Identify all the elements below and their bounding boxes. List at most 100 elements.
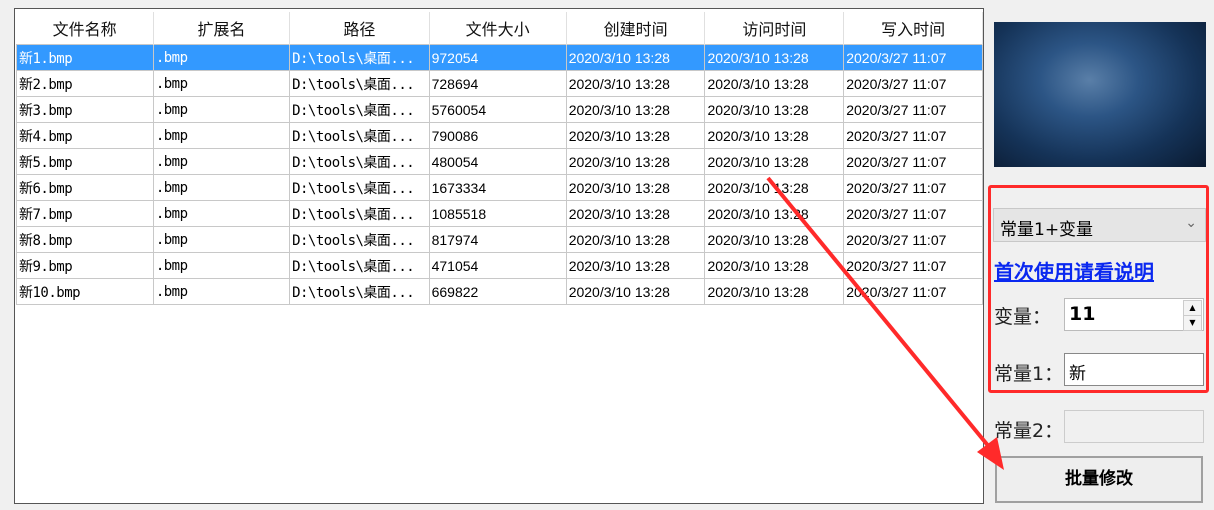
table-cell: .bmp <box>152 226 291 253</box>
batch-modify-button[interactable]: 批量修改 <box>995 456 1203 503</box>
table-row[interactable]: 新10.bmp .bmp D:\tools\桌面... 669822 2020/3/10… <box>16 278 983 305</box>
table-cell: 新8.bmp <box>16 226 154 253</box>
table-cell: .bmp <box>152 200 291 227</box>
table-cell: 新1.bmp <box>16 44 154 71</box>
table-cell: 2020/3/27 11:07 <box>843 96 983 123</box>
column-header[interactable]: 文件大小 <box>429 12 567 45</box>
stepper-up-icon[interactable]: ▲ <box>1183 300 1202 316</box>
table-cell: 2020/3/27 11:07 <box>843 148 983 175</box>
table-cell: 2020/3/10 13:28 <box>565 174 706 201</box>
chevron-down-icon: ⌄ <box>1185 215 1197 231</box>
table-cell: 新7.bmp <box>16 200 154 227</box>
table-cell: 2020/3/10 13:28 <box>565 148 706 175</box>
table-row[interactable]: 新4.bmp .bmp D:\tools\桌面... 790086 2020/3/10 … <box>16 122 983 149</box>
column-header[interactable]: 路径 <box>289 12 430 45</box>
table-cell: 新9.bmp <box>16 252 154 279</box>
table-cell: 728694 <box>428 70 567 97</box>
file-list[interactable]: 文件名称 扩展名 路径 文件大小 创建时间 访问时间 写入时间 新1.bmp .bmp D:\t… <box>14 8 984 504</box>
table-cell: 新5.bmp <box>16 148 154 175</box>
table-cell: 669822 <box>428 278 567 305</box>
table-cell: .bmp <box>152 70 291 97</box>
table-cell: 2020/3/10 13:28 <box>565 122 706 149</box>
table-row[interactable]: 新1.bmp .bmp D:\tools\桌面... 972054 2020/3/10 … <box>16 44 983 71</box>
table-cell: 2020/3/10 13:28 <box>565 44 706 71</box>
table-cell: 2020/3/27 11:07 <box>843 252 983 279</box>
table-cell: .bmp <box>152 278 291 305</box>
table-row[interactable]: 新8.bmp .bmp D:\tools\桌面... 817974 2020/3/10 … <box>16 226 983 253</box>
table-cell: 新10.bmp <box>16 278 154 305</box>
table-cell: 480054 <box>428 148 567 175</box>
table-cell: 2020/3/27 11:07 <box>843 70 983 97</box>
mode-select[interactable]: 常量1+变量 ⌄ <box>993 208 1206 242</box>
table-cell: 2020/3/10 13:28 <box>704 226 845 253</box>
variable-value: 11 <box>1069 303 1096 325</box>
table-cell: 1085518 <box>428 200 567 227</box>
table-cell: 2020/3/10 13:28 <box>565 70 706 97</box>
table-cell: D:\tools\桌面... <box>289 148 430 175</box>
table-cell: D:\tools\桌面... <box>289 278 430 305</box>
table-cell: D:\tools\桌面... <box>289 70 430 97</box>
table-cell: 972054 <box>428 44 567 71</box>
table-cell: 新6.bmp <box>16 174 154 201</box>
column-header[interactable]: 写入时间 <box>843 12 983 45</box>
table-cell: 2020/3/10 13:28 <box>704 44 845 71</box>
file-table: 文件名称 扩展名 路径 文件大小 创建时间 访问时间 写入时间 新1.bmp .bmp D:\t… <box>16 12 983 305</box>
const1-label: 常量1： <box>994 363 1064 385</box>
column-header[interactable]: 创建时间 <box>566 12 706 45</box>
table-cell: 2020/3/10 13:28 <box>704 252 845 279</box>
table-cell: 1673334 <box>428 174 567 201</box>
table-cell: 2020/3/10 13:28 <box>565 226 706 253</box>
table-cell: 2020/3/10 13:28 <box>565 96 706 123</box>
table-row[interactable]: 新6.bmp .bmp D:\tools\桌面... 1673334 2020/3/10… <box>16 174 983 201</box>
table-cell: 2020/3/10 13:28 <box>565 278 706 305</box>
const2-input[interactable] <box>1064 410 1204 443</box>
preview-image <box>994 22 1206 167</box>
table-cell: 2020/3/27 11:07 <box>843 122 983 149</box>
mode-select-value: 常量1+变量 <box>1000 220 1094 240</box>
table-cell: .bmp <box>152 122 291 149</box>
table-cell: D:\tools\桌面... <box>289 252 430 279</box>
variable-stepper[interactable]: 11 ▲ ▼ <box>1064 298 1204 331</box>
const2-label: 常量2： <box>994 420 1064 442</box>
table-cell: .bmp <box>152 252 291 279</box>
table-cell: 2020/3/10 13:28 <box>704 70 845 97</box>
column-header[interactable]: 扩展名 <box>153 12 291 45</box>
table-cell: 471054 <box>428 252 567 279</box>
table-cell: 2020/3/10 13:28 <box>565 200 706 227</box>
variable-label: 变量： <box>994 306 1052 328</box>
table-cell: 新2.bmp <box>16 70 154 97</box>
table-cell: .bmp <box>152 96 291 123</box>
table-row[interactable]: 新7.bmp .bmp D:\tools\桌面... 1085518 2020/3/10… <box>16 200 983 227</box>
table-cell: D:\tools\桌面... <box>289 200 430 227</box>
table-row[interactable]: 新3.bmp .bmp D:\tools\桌面... 5760054 2020/3/10… <box>16 96 983 123</box>
table-cell: 2020/3/10 13:28 <box>704 278 845 305</box>
table-row[interactable]: 新2.bmp .bmp D:\tools\桌面... 728694 2020/3/10 … <box>16 70 983 97</box>
table-cell: 2020/3/10 13:28 <box>704 200 845 227</box>
table-cell: .bmp <box>152 148 291 175</box>
table-cell: 新4.bmp <box>16 122 154 149</box>
table-cell: 2020/3/10 13:28 <box>704 148 845 175</box>
table-cell: 2020/3/10 13:28 <box>704 96 845 123</box>
table-cell: 5760054 <box>428 96 567 123</box>
table-row[interactable]: 新5.bmp .bmp D:\tools\桌面... 480054 2020/3/10 … <box>16 148 983 175</box>
table-cell: 2020/3/27 11:07 <box>843 174 983 201</box>
stepper-down-icon[interactable]: ▼ <box>1183 315 1202 331</box>
table-cell: 2020/3/10 13:28 <box>704 174 845 201</box>
table-cell: D:\tools\桌面... <box>289 44 430 71</box>
table-cell: 2020/3/27 11:07 <box>843 200 983 227</box>
table-row[interactable]: 新9.bmp .bmp D:\tools\桌面... 471054 2020/3/10 … <box>16 252 983 279</box>
table-cell: 新3.bmp <box>16 96 154 123</box>
table-cell: 2020/3/10 13:28 <box>704 122 845 149</box>
const1-input[interactable]: 新 <box>1064 353 1204 386</box>
table-cell: 2020/3/27 11:07 <box>843 226 983 253</box>
help-link[interactable]: 首次使用请看说明 <box>994 256 1154 285</box>
table-cell: 2020/3/27 11:07 <box>843 44 983 71</box>
column-header[interactable]: 访问时间 <box>704 12 845 45</box>
table-cell: 2020/3/27 11:07 <box>843 278 983 305</box>
column-header[interactable]: 文件名称 <box>16 12 154 45</box>
table-cell: 790086 <box>428 122 567 149</box>
table-cell: D:\tools\桌面... <box>289 122 430 149</box>
table-cell: 2020/3/10 13:28 <box>565 252 706 279</box>
table-cell: D:\tools\桌面... <box>289 174 430 201</box>
table-cell: .bmp <box>152 44 291 71</box>
